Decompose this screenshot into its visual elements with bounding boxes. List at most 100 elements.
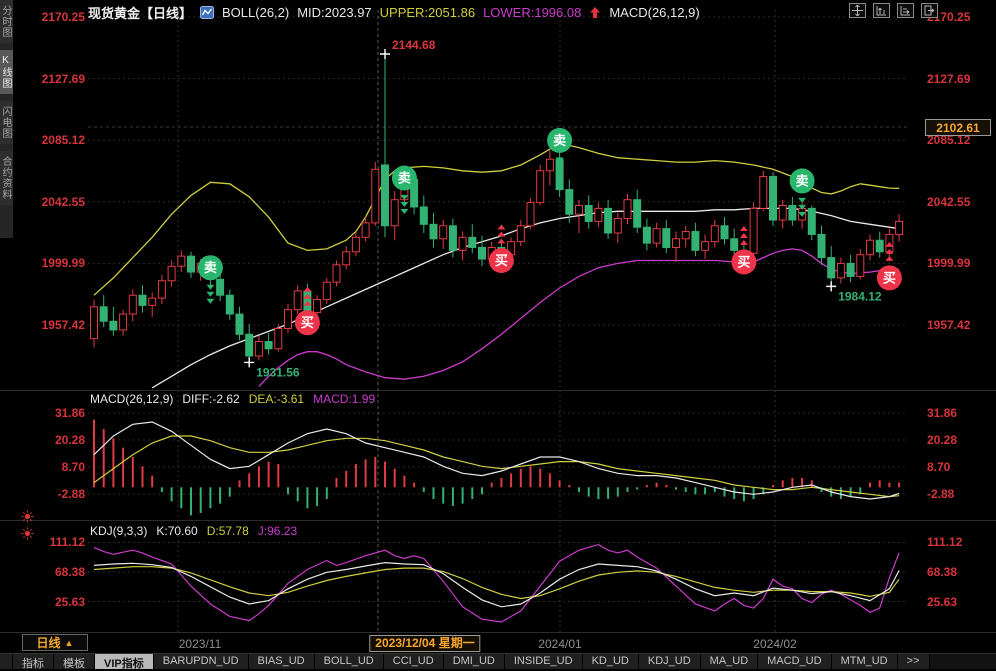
tab-CCI_UD[interactable]: CCI_UD xyxy=(384,654,444,669)
indicator-tab-bar: 指标模板VIP指标BARUPDN_UDBIAS_UDBOLL_UDCCI_UDD… xyxy=(0,653,996,669)
svg-text:卖: 卖 xyxy=(796,173,809,188)
boll-lower-line xyxy=(259,249,899,387)
axis-label: 31.86 xyxy=(55,406,85,420)
kdj-pane xyxy=(94,545,899,622)
tab-模板[interactable]: 模板 xyxy=(54,654,95,669)
axis-label: 2170.25 xyxy=(42,10,85,24)
tab-DMI_UD[interactable]: DMI_UD xyxy=(444,654,505,669)
up-arrow-icon xyxy=(589,6,601,19)
tab-INSIDE_UD[interactable]: INSIDE_UD xyxy=(505,654,583,669)
zoom-horizontal-button[interactable] xyxy=(897,3,914,18)
macd-macd-value: MACD:1.99 xyxy=(313,392,375,406)
k-line xyxy=(94,563,899,607)
trading-app-window: { "header": { "title": "现货黄金【日线】", "boll… xyxy=(0,0,996,669)
axis-label: 1957.42 xyxy=(42,318,85,332)
svg-text:卖: 卖 xyxy=(204,260,217,275)
period-selector[interactable]: 日线 ▲ xyxy=(22,634,88,651)
tab-指标[interactable]: 指标 xyxy=(13,654,54,669)
diff-line xyxy=(94,422,899,499)
boll-upper-value: UPPER:2051.86 xyxy=(380,5,475,20)
tab-BARUPDN_UD[interactable]: BARUPDN_UD xyxy=(154,654,249,669)
macd-label: MACD(26,12,9) xyxy=(609,5,699,20)
svg-text:买: 买 xyxy=(883,270,896,285)
axis-label: 1957.42 xyxy=(927,318,970,332)
boll-lower-value: LOWER:1996.08 xyxy=(483,5,581,20)
axis-label: 20.28 xyxy=(55,433,85,447)
kdj-k-value: K:70.60 xyxy=(156,524,197,538)
chart-type-sidebar: 分时图 K线图闪电图合约资料 xyxy=(0,0,13,238)
time-axis-label: 2023/11 xyxy=(179,637,222,651)
axis-label: 2127.69 xyxy=(42,72,85,86)
kdj-pane-header: KDJ(9,3,3) K:70.60 D:57.78 J:96.23 xyxy=(90,524,297,538)
tab-BOLL_UD[interactable]: BOLL_UD xyxy=(315,654,384,669)
chart-canvas[interactable]: 2144.681931.561984.12卖买卖买卖买卖买 xyxy=(0,0,996,669)
axis-label: -2.88 xyxy=(927,487,954,501)
boll-mid-value: MID:2023.97 xyxy=(297,5,371,20)
macd-pane-sun-icon[interactable] xyxy=(21,510,34,528)
axis-label: 8.70 xyxy=(62,460,85,474)
crosshair-date-tag: 2023/12/04 星期一 xyxy=(369,635,480,652)
pane-settings-button[interactable] xyxy=(921,3,938,18)
axis-label: 20.28 xyxy=(927,433,957,447)
axis-label: 2042.55 xyxy=(927,195,970,209)
axis-label: 68.38 xyxy=(927,565,957,579)
kdj-d-value: D:57.78 xyxy=(207,524,249,538)
kdj-j-value: J:96.23 xyxy=(258,524,297,538)
axis-label: 31.86 xyxy=(927,406,957,420)
sidebar-item-闪电图[interactable]: 闪电图 xyxy=(0,101,13,144)
svg-text:1931.56: 1931.56 xyxy=(256,365,300,379)
sidebar-item-分时图[interactable]: 分时图 xyxy=(0,0,13,43)
macd-pane-header: MACD(26,12,9) DIFF:-2.62 DEA:-3.61 MACD:… xyxy=(90,392,375,406)
macd-diff-value: DIFF:-2.62 xyxy=(182,392,239,406)
svg-text:2144.68: 2144.68 xyxy=(392,38,436,52)
axis-label: -2.88 xyxy=(58,487,85,501)
tab-KD_UD[interactable]: KD_UD xyxy=(583,654,639,669)
axis-label: 8.70 xyxy=(927,460,950,474)
time-axis-label: 2024/01 xyxy=(538,637,581,651)
chart-toolbar xyxy=(849,3,938,18)
boll-mid-line xyxy=(152,208,899,387)
svg-text:买: 买 xyxy=(737,254,750,269)
sidebar-item-K线图[interactable]: K线图 xyxy=(0,50,13,94)
symbol-title: 现货黄金【日线】 xyxy=(88,3,192,22)
crosshair xyxy=(88,10,908,633)
tab-KDJ_UD[interactable]: KDJ_UD xyxy=(639,654,701,669)
grid xyxy=(0,10,996,633)
tabs-overflow-button[interactable]: >> xyxy=(898,654,930,669)
crosshair-price-tag: 2102.61 xyxy=(925,119,991,136)
tab-VIP指标[interactable]: VIP指标 xyxy=(95,654,154,669)
time-axis-label: 2024/02 xyxy=(753,637,796,651)
tab-bar-spacer xyxy=(0,654,13,669)
axis-label: 111.12 xyxy=(50,535,85,549)
axis-label: 25.63 xyxy=(55,595,85,609)
period-label: 日线 xyxy=(37,634,61,651)
axis-label: 25.63 xyxy=(927,595,957,609)
axis-label: 1999.99 xyxy=(927,256,970,270)
crosshair-tool-button[interactable] xyxy=(849,3,866,18)
j-line xyxy=(94,545,899,622)
sidebar-item-合约资料[interactable]: 合约资料 xyxy=(0,151,13,205)
zoom-vertical-button[interactable] xyxy=(873,3,890,18)
axis-label: 2042.55 xyxy=(42,195,85,209)
axis-label: 2127.69 xyxy=(927,72,970,86)
svg-text:卖: 卖 xyxy=(553,133,566,148)
axis-label: 111.12 xyxy=(927,535,962,549)
tab-MTM_UD[interactable]: MTM_UD xyxy=(832,654,898,669)
tab-MACD_UD[interactable]: MACD_UD xyxy=(758,654,831,669)
svg-text:买: 买 xyxy=(495,253,508,268)
line-chart-icon xyxy=(200,6,214,19)
period-arrow-icon: ▲ xyxy=(65,638,74,648)
svg-text:1984.12: 1984.12 xyxy=(838,289,882,303)
macd-name: MACD(26,12,9) xyxy=(90,392,173,406)
kdj-name: KDJ(9,3,3) xyxy=(90,524,147,538)
axis-label: 1999.99 xyxy=(42,256,85,270)
boll-label: BOLL(26,2) xyxy=(222,5,289,20)
axis-label: 68.38 xyxy=(55,565,85,579)
tab-BIAS_UD[interactable]: BIAS_UD xyxy=(249,654,315,669)
chart-header: 现货黄金【日线】 BOLL(26,2) MID:2023.97 UPPER:20… xyxy=(88,3,700,22)
svg-text:卖: 卖 xyxy=(398,171,411,186)
kdj-pane-sun-icon[interactable] xyxy=(21,527,34,545)
tab-MA_UD[interactable]: MA_UD xyxy=(701,654,759,669)
candles xyxy=(91,54,903,362)
svg-text:买: 买 xyxy=(301,315,314,330)
